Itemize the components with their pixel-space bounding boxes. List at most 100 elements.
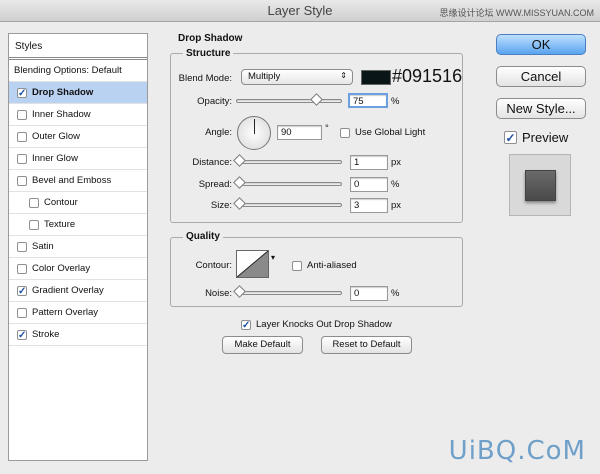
sidebar-checkbox[interactable] xyxy=(29,219,39,230)
sidebar-item-label: Drop Shadow xyxy=(32,87,94,98)
opacity-label: Opacity: xyxy=(197,96,232,107)
new-style-button[interactable]: New Style... xyxy=(496,98,586,119)
sidebar-item-label: Gradient Overlay xyxy=(32,285,104,296)
watermark-top: 思缘设计论坛 WWW.MISSYUAN.COM xyxy=(439,8,595,18)
color-hex-label: #091516 xyxy=(392,66,463,86)
noise-slider[interactable] xyxy=(233,285,342,298)
sidebar-item-label: Inner Glow xyxy=(32,153,78,164)
sidebar-item-label: Contour xyxy=(44,197,78,208)
use-global-light-option[interactable]: Use Global Light xyxy=(340,127,425,138)
spread-input[interactable]: 0 xyxy=(350,177,388,192)
sidebar-item-color-overlay[interactable]: Color Overlay xyxy=(9,258,147,280)
cancel-button[interactable]: Cancel xyxy=(496,66,586,87)
ok-button[interactable]: OK xyxy=(496,34,586,55)
spread-label: Spread: xyxy=(198,179,232,190)
sidebar-item-satin[interactable]: Satin xyxy=(9,236,147,258)
knocks-out-option[interactable]: ✓ Layer Knocks Out Drop Shadow xyxy=(241,319,392,330)
preview-swatch xyxy=(525,170,556,201)
angle-needle xyxy=(254,119,255,134)
watermark-bottom: UiBQ.CoM xyxy=(448,436,586,466)
angle-label: Angle: xyxy=(205,127,232,138)
sidebar-item-label: Stroke xyxy=(32,329,60,340)
sidebar-checkbox[interactable] xyxy=(17,263,27,274)
contour-label: Contour: xyxy=(195,260,232,271)
sidebar-item-inner-glow[interactable]: Inner Glow xyxy=(9,148,147,170)
contour-curve-icon xyxy=(236,250,269,278)
spread-slider[interactable] xyxy=(233,176,342,189)
sidebar-item-label: Satin xyxy=(32,241,54,252)
sidebar-checkbox[interactable]: ✓ xyxy=(17,285,27,296)
sidebar-item-label: Inner Shadow xyxy=(32,109,91,120)
make-default-button[interactable]: Make Default xyxy=(222,336,303,354)
preview-option[interactable]: ✓ Preview xyxy=(504,130,568,145)
drop-shadow-title: Drop Shadow xyxy=(178,33,243,44)
noise-unit: % xyxy=(391,288,400,299)
angle-input[interactable]: 90 xyxy=(277,125,322,140)
sidebar-checkbox[interactable] xyxy=(17,175,27,186)
size-unit: px xyxy=(391,200,402,211)
sidebar-item-label: Color Overlay xyxy=(32,263,91,274)
anti-aliased-label: Anti-aliased xyxy=(307,260,357,271)
sidebar-item-label: Pattern Overlay xyxy=(32,307,98,318)
use-global-light-checkbox[interactable] xyxy=(340,127,350,138)
sidebar-item-bevel-and-emboss[interactable]: Bevel and Emboss xyxy=(9,170,147,192)
distance-input[interactable]: 1 xyxy=(350,155,388,170)
sidebar-item-outer-glow[interactable]: Outer Glow xyxy=(9,126,147,148)
sidebar-item-pattern-overlay[interactable]: Pattern Overlay xyxy=(9,302,147,324)
distance-slider[interactable] xyxy=(233,154,342,167)
size-slider[interactable] xyxy=(233,197,342,210)
sidebar-item-stroke[interactable]: ✓ Stroke xyxy=(9,324,147,346)
sidebar-item-drop-shadow[interactable]: ✓ Drop Shadow xyxy=(9,82,147,104)
sidebar-checkbox[interactable] xyxy=(17,131,27,142)
noise-input[interactable]: 0 xyxy=(350,286,388,301)
spread-unit: % xyxy=(391,179,400,190)
knocks-out-checkbox[interactable]: ✓ xyxy=(241,319,251,330)
noise-label: Noise: xyxy=(205,288,232,299)
opacity-input[interactable]: 75 xyxy=(348,93,388,108)
sidebar-item-texture[interactable]: Texture xyxy=(9,214,147,236)
sidebar-checkbox[interactable] xyxy=(17,241,27,252)
opacity-slider[interactable] xyxy=(236,93,342,106)
styles-list: Styles Blending Options: Default ✓ Drop Sh… xyxy=(8,33,148,461)
sidebar-item-blending-options-default[interactable]: Blending Options: Default xyxy=(9,60,147,82)
preview-label: Preview xyxy=(522,130,569,145)
styles-header[interactable]: Styles xyxy=(9,34,147,60)
contour-dropdown-icon[interactable]: ▾ xyxy=(271,253,275,262)
sidebar-item-label: Texture xyxy=(44,219,76,230)
use-global-light-label: Use Global Light xyxy=(355,127,426,138)
sidebar-checkbox[interactable]: ✓ xyxy=(17,87,27,98)
sidebar-item-contour[interactable]: Contour xyxy=(9,192,147,214)
anti-aliased-option[interactable]: Anti-aliased xyxy=(292,260,357,271)
anti-aliased-checkbox[interactable] xyxy=(292,260,302,271)
opacity-unit: % xyxy=(391,96,400,107)
angle-dial[interactable] xyxy=(237,116,271,150)
blend-mode-label: Blend Mode: xyxy=(178,73,232,84)
preview-checkbox[interactable]: ✓ xyxy=(504,131,517,144)
sidebar-checkbox[interactable] xyxy=(17,307,27,318)
sidebar-item-inner-shadow[interactable]: Inner Shadow xyxy=(9,104,147,126)
sidebar-item-label: Bevel and Emboss xyxy=(32,175,112,186)
sidebar-checkbox[interactable]: ✓ xyxy=(17,329,27,340)
blend-mode-select[interactable]: Multiply ⇕ xyxy=(241,69,353,85)
angle-unit: ° xyxy=(325,123,329,134)
distance-unit: px xyxy=(391,157,402,168)
size-input[interactable]: 3 xyxy=(350,198,388,213)
title-bar: Layer Style 思缘设计论坛 WWW.MISSYUAN.COM xyxy=(0,0,600,22)
updown-arrows-icon: ⇕ xyxy=(340,71,347,80)
quality-title: Quality xyxy=(183,231,223,242)
sidebar-checkbox[interactable] xyxy=(17,109,27,120)
blend-mode-value: Multiply xyxy=(248,71,281,82)
distance-label: Distance: xyxy=(192,157,232,168)
reset-default-button[interactable]: Reset to Default xyxy=(321,336,412,354)
sidebar-checkbox[interactable] xyxy=(29,197,39,208)
sidebar-item-label: Outer Glow xyxy=(32,131,81,142)
shadow-color-swatch[interactable] xyxy=(361,70,391,85)
structure-title: Structure xyxy=(183,48,234,59)
preview-thumbnail xyxy=(509,154,571,216)
size-label: Size: xyxy=(210,200,232,211)
contour-picker[interactable] xyxy=(236,250,269,278)
knocks-out-label: Layer Knocks Out Drop Shadow xyxy=(256,319,392,330)
sidebar-item-gradient-overlay[interactable]: ✓ Gradient Overlay xyxy=(9,280,147,302)
sidebar-checkbox[interactable] xyxy=(17,153,27,164)
sidebar-item-label: Blending Options: Default xyxy=(14,65,122,76)
